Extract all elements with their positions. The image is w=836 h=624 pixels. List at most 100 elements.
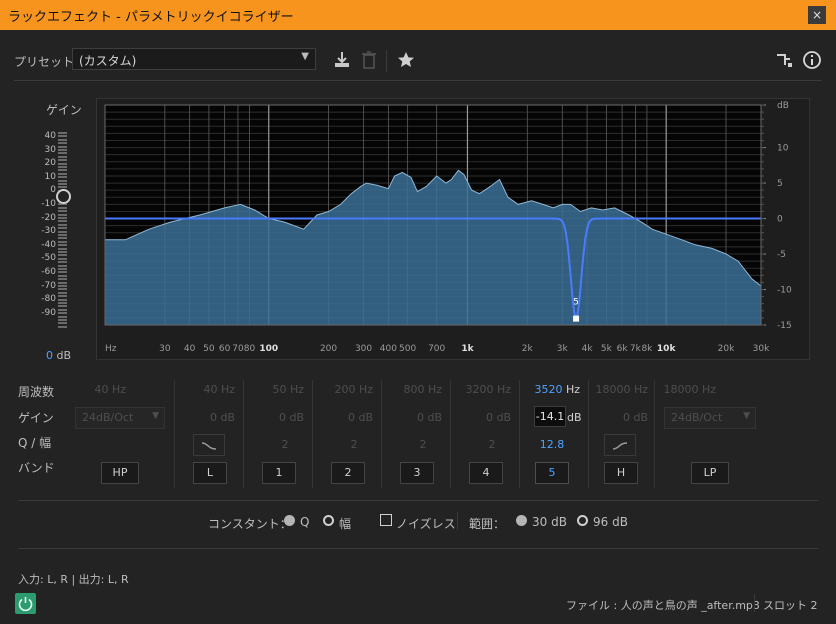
band3-gain[interactable]: 0 dB <box>372 411 442 424</box>
band4-freq[interactable]: 3200 Hz <box>441 383 511 396</box>
db-tick-label: -5 <box>777 250 786 260</box>
gain-scale-label: 20 <box>44 158 56 169</box>
power-button[interactable] <box>15 593 36 614</box>
gain-scale-label: -40 <box>41 239 56 250</box>
band-button-l[interactable]: L <box>193 462 227 484</box>
constant-q-radio[interactable] <box>284 515 295 526</box>
h-freq[interactable]: 18000 Hz <box>578 383 648 396</box>
band4-gain[interactable]: 0 dB <box>441 411 511 424</box>
db-tick-label: -10 <box>777 286 792 296</box>
band5-gain-input[interactable]: -14.1 <box>534 406 566 427</box>
band2-freq[interactable]: 200 Hz <box>303 383 373 396</box>
band1-q[interactable]: 2 <box>265 438 305 451</box>
gain-scale-label: 10 <box>44 171 56 182</box>
options-sep <box>457 512 458 530</box>
noiseless-checkbox[interactable] <box>380 514 392 526</box>
band1-freq[interactable]: 50 Hz <box>234 383 304 396</box>
band-button-3[interactable]: 3 <box>400 462 434 484</box>
band-divider <box>654 380 655 488</box>
routing-button[interactable] <box>774 50 794 70</box>
freq-tick-label: 7k <box>630 344 642 354</box>
freq-tick-label: 6k <box>617 344 629 354</box>
band-button-hp[interactable]: HP <box>101 462 139 484</box>
info-button[interactable] <box>802 50 822 70</box>
row-label-freq: 周波数 <box>18 385 55 399</box>
range-96-radio[interactable] <box>577 515 588 526</box>
window-title: ラックエフェクト - パラメトリックイコライザー <box>8 10 294 25</box>
lp-slope-select[interactable]: 24dB/Oct ▼ <box>664 407 756 429</box>
hp-slope-select[interactable]: 24dB/Oct ▼ <box>75 407 165 429</box>
band1-gain[interactable]: 0 dB <box>234 411 304 424</box>
freq-tick-label: 100 <box>259 344 278 354</box>
toolbar-divider <box>386 50 387 72</box>
preset-dropdown[interactable]: (カスタム) ▼ <box>72 48 316 70</box>
freq-tick-label: 60 <box>219 344 231 354</box>
h-shelf-shape-button[interactable] <box>604 434 636 456</box>
freq-tick-label: 70 <box>232 344 244 354</box>
gain-readout: 0 dB <box>46 349 71 362</box>
gain-readout-value: 0 <box>46 349 53 362</box>
band5-freq[interactable]: 3520 Hz <box>510 383 580 396</box>
l-shelf-shape-button[interactable] <box>193 434 225 456</box>
band3-q[interactable]: 2 <box>403 438 443 451</box>
gain-slider-knob[interactable] <box>56 189 71 204</box>
band-divider <box>174 380 175 488</box>
db-tick-label: 5 <box>777 179 783 189</box>
band-button-5[interactable]: 5 <box>535 462 569 484</box>
constant-width-label: 幅 <box>339 517 352 531</box>
gain-scale-label: -70 <box>41 280 56 291</box>
band-divider <box>312 380 313 488</box>
freq-tick-label: 700 <box>428 344 445 354</box>
close-button[interactable]: × <box>808 6 826 24</box>
chevron-down-icon: ▼ <box>743 411 750 421</box>
band5-freq-value: 3520 <box>534 383 563 396</box>
band-button-1[interactable]: 1 <box>262 462 296 484</box>
band5-q[interactable]: 12.8 <box>532 438 572 451</box>
h-gain[interactable]: 0 dB <box>578 411 648 424</box>
band-button-4[interactable]: 4 <box>469 462 503 484</box>
range-96-label: 96 dB <box>593 515 628 529</box>
band-button-h[interactable]: H <box>604 462 638 484</box>
footer-sep <box>754 594 755 612</box>
band-button-2[interactable]: 2 <box>331 462 365 484</box>
freq-tick-label: 1k <box>461 344 474 354</box>
l-freq[interactable]: 40 Hz <box>165 383 235 396</box>
favorite-button[interactable] <box>396 50 416 70</box>
db-tick-label: dB <box>777 101 789 111</box>
l-gain[interactable]: 0 dB <box>165 411 235 424</box>
options-divider <box>18 500 818 501</box>
gain-scale-label: -60 <box>41 267 56 277</box>
db-tick-label: 10 <box>777 144 789 154</box>
db-tick-label: 0 <box>777 215 783 225</box>
band-button-lp[interactable]: LP <box>691 462 729 484</box>
range-30-radio[interactable] <box>516 515 527 526</box>
gain-scale-label: 30 <box>44 144 56 155</box>
constant-width-radio[interactable] <box>323 515 334 526</box>
lp-slope-value: 24dB/Oct <box>671 411 723 424</box>
band2-q[interactable]: 2 <box>334 438 374 451</box>
routing-icon <box>777 54 792 67</box>
gain-scale-label: -10 <box>41 199 56 209</box>
band-divider <box>519 380 520 488</box>
row-label-q: Q / 幅 <box>18 436 52 450</box>
slot-info: スロット 2 <box>763 599 818 612</box>
eq-graph[interactable]: 5Hz 30 40 50 60 70 80 100 200 300 400 500 700 1k 2k 3k 4… <box>97 99 809 359</box>
band-divider <box>450 380 451 488</box>
band3-freq[interactable]: 800 Hz <box>372 383 442 396</box>
band-divider <box>243 380 244 488</box>
save-preset-button[interactable] <box>332 50 352 70</box>
trash-icon <box>362 51 376 69</box>
power-icon <box>18 597 33 612</box>
db-tick-label: -15 <box>777 321 792 331</box>
band4-q[interactable]: 2 <box>472 438 512 451</box>
gain-slider-track[interactable] <box>60 130 65 330</box>
hp-freq[interactable]: 40 Hz <box>56 383 126 396</box>
lp-freq[interactable]: 18000 Hz <box>646 383 716 396</box>
freq-tick-label: Hz <box>105 344 117 354</box>
freq-tick-label: 300 <box>355 344 372 354</box>
delete-preset-button[interactable] <box>360 50 378 70</box>
freq-tick-label: 20k <box>718 344 735 354</box>
band2-gain[interactable]: 0 dB <box>303 411 373 424</box>
freq-tick-label: 4k <box>582 344 594 354</box>
preset-value: (カスタム) <box>79 54 137 68</box>
